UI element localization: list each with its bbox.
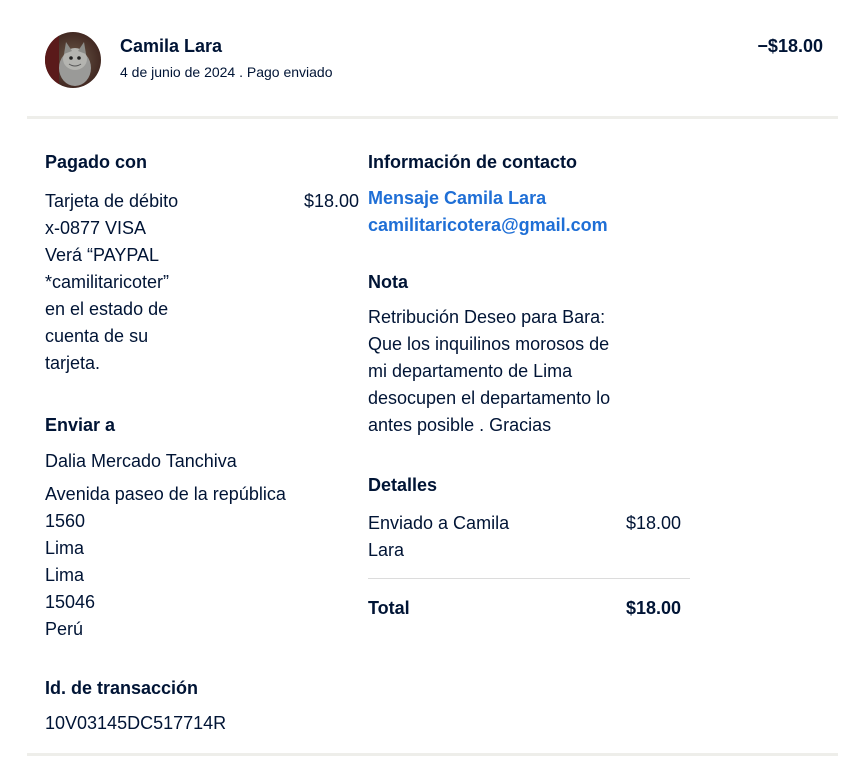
total-amount: $18.00 bbox=[626, 598, 682, 618]
note-line: antes posible . Gracias bbox=[368, 415, 552, 435]
address-line: Perú bbox=[45, 619, 84, 639]
address-line: 15046 bbox=[45, 592, 96, 612]
paid-with-amount: $18.00 bbox=[304, 191, 360, 211]
ship-to-title: Enviar a bbox=[45, 415, 116, 435]
address-line: Lima bbox=[45, 538, 85, 558]
details-item-line: Lara bbox=[368, 540, 405, 560]
paid-with-line: cuenta de su bbox=[45, 326, 149, 346]
note-line: Retribución Deseo para Bara: bbox=[368, 307, 606, 327]
paid-with-line: tarjeta. bbox=[45, 353, 101, 373]
address-line: Lima bbox=[45, 565, 85, 585]
transaction-id-title: Id. de transacción bbox=[45, 678, 199, 698]
note-text: Retribución Deseo para Bara: Que los inq… bbox=[368, 304, 610, 439]
paid-with-line: x-0877 VISA bbox=[45, 218, 147, 238]
note-line: Que los inquilinos morosos de bbox=[368, 334, 610, 354]
note-line: mi departamento de Lima bbox=[368, 361, 573, 381]
cat-avatar-image bbox=[45, 32, 101, 88]
details-divider bbox=[368, 578, 690, 579]
contact-title: Información de contacto bbox=[368, 152, 578, 172]
message-contact-link[interactable]: Mensaje Camila Lara bbox=[368, 186, 546, 210]
paid-with-title: Pagado con bbox=[45, 152, 148, 172]
top-divider bbox=[27, 116, 838, 119]
total-label: Total bbox=[368, 598, 410, 618]
note-line: desocupen el departamento lo bbox=[368, 388, 611, 408]
bottom-divider bbox=[27, 753, 838, 756]
transaction-amount: −$18.00 bbox=[757, 36, 823, 56]
details-item-amount: $18.00 bbox=[626, 513, 682, 533]
details-title: Detalles bbox=[368, 475, 438, 495]
paid-with-line: Tarjeta de débito bbox=[45, 191, 179, 211]
address-line: Avenida paseo de la república bbox=[45, 484, 286, 504]
paid-with-line: en el estado de bbox=[45, 299, 169, 319]
transaction-date-status: 4 de junio de 2024 . Pago enviado bbox=[120, 64, 333, 80]
paid-with-line: Verá “PAYPAL bbox=[45, 245, 160, 265]
address-line: 1560 bbox=[45, 511, 86, 531]
note-title: Nota bbox=[368, 272, 408, 292]
details-item-label: Enviado a Camila Lara bbox=[368, 510, 509, 564]
counterparty-name: Camila Lara bbox=[120, 36, 223, 56]
ship-to-name: Dalia Mercado Tanchiva bbox=[45, 451, 237, 471]
avatar bbox=[45, 32, 101, 88]
transaction-id: 10V03145DC517714R bbox=[45, 713, 227, 733]
paid-with-line: *camilitaricoter” bbox=[45, 272, 170, 292]
paid-with-details: Tarjeta de débito x-0877 VISA Verá “PAYP… bbox=[45, 188, 178, 377]
contact-email-link[interactable]: camilitaricotera@gmail.com bbox=[368, 213, 608, 237]
details-item-line: Enviado a Camila bbox=[368, 513, 510, 533]
ship-to-address: Avenida paseo de la república 1560 Lima … bbox=[45, 481, 286, 643]
